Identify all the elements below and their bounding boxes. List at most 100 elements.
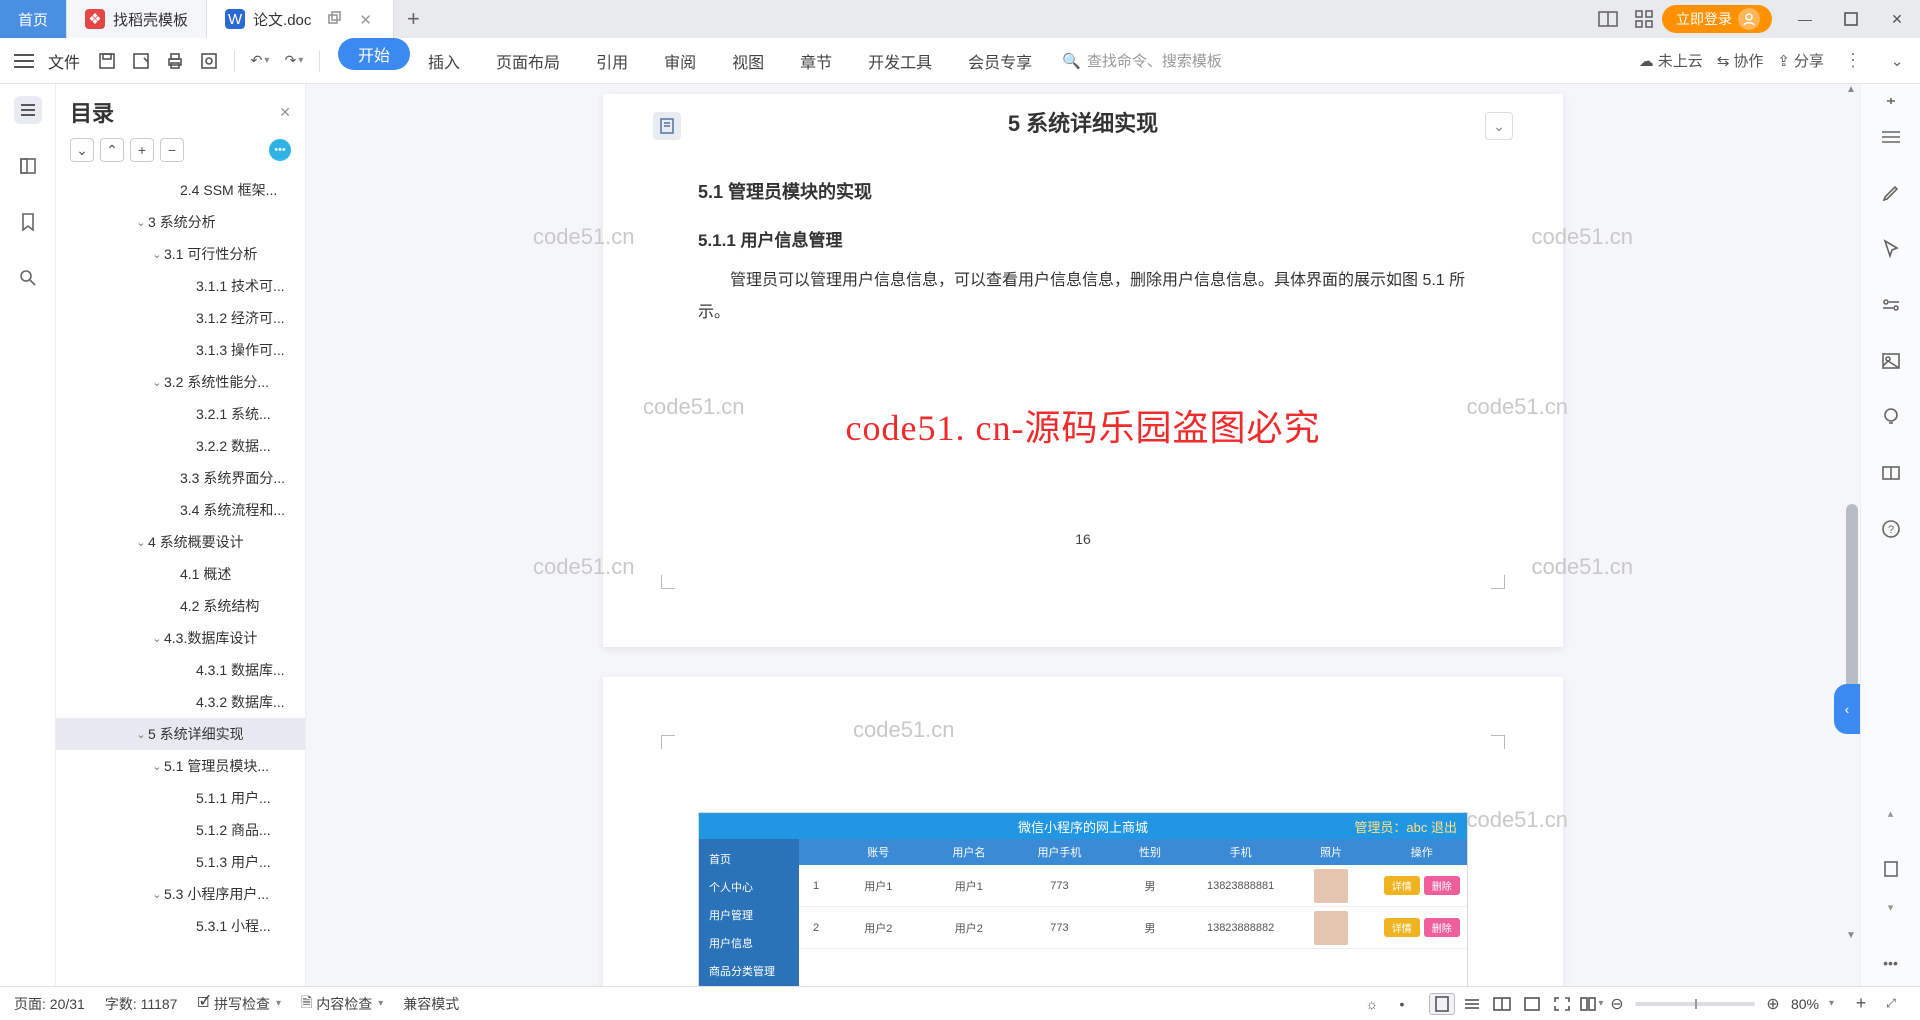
vertical-scrollbar[interactable]: ▲ ▼: [1844, 84, 1860, 986]
outline-node[interactable]: ⌄3 系统分析: [56, 206, 305, 238]
web-view-icon[interactable]: [1519, 993, 1545, 1015]
idea-icon[interactable]: [1876, 402, 1906, 432]
print-icon[interactable]: [158, 46, 192, 76]
outline-node[interactable]: 3.2.2 数据...: [56, 430, 305, 462]
preview-icon[interactable]: [192, 46, 226, 76]
find-icon[interactable]: [14, 264, 42, 292]
outline-node[interactable]: 4.3.1 数据库...: [56, 654, 305, 686]
file-menu[interactable]: 文件: [38, 49, 90, 73]
redo-icon[interactable]: ↷▾: [277, 46, 311, 76]
word-count[interactable]: 字数: 11187: [105, 994, 178, 1014]
outline-node[interactable]: 4.2 系统结构: [56, 590, 305, 622]
close-panel-icon[interactable]: ✕: [279, 104, 291, 121]
menu-vip[interactable]: 会员专享: [950, 38, 1050, 84]
document-scroll[interactable]: ⌄ code51.cn code51.cn code51.cn code51.c…: [306, 84, 1860, 986]
outline-node[interactable]: 3.4 系统流程和...: [56, 494, 305, 526]
dot-icon[interactable]: •: [1389, 993, 1415, 1015]
outline-node[interactable]: 5.3.1 小程...: [56, 910, 305, 942]
outline-node[interactable]: 4.1 概述: [56, 558, 305, 590]
content-check-button[interactable]: 🗎内容检查 ▾: [301, 992, 383, 1016]
add-heading-icon[interactable]: +: [130, 138, 154, 162]
outline-node[interactable]: ⌄5.1 管理员模块...: [56, 750, 305, 782]
add-view-icon[interactable]: +: [1848, 993, 1874, 1015]
thumbnail-icon[interactable]: [14, 152, 42, 180]
scroll-down-icon[interactable]: ▼: [1844, 930, 1858, 946]
outline-view-icon[interactable]: [1459, 993, 1485, 1015]
outline-node[interactable]: ⌄3.2 系统性能分...: [56, 366, 305, 398]
outline-node[interactable]: 4.3.2 数据库...: [56, 686, 305, 718]
menu-review[interactable]: 审阅: [646, 38, 714, 84]
tab-templates[interactable]: ❖ 找稻壳模板: [67, 0, 207, 38]
close-window-button[interactable]: ✕: [1874, 0, 1920, 38]
tab-document[interactable]: W 论文.doc ✕: [207, 0, 394, 38]
scroll-bottom-icon[interactable]: ▾: [1876, 892, 1906, 922]
close-tab-icon[interactable]: ✕: [359, 11, 375, 27]
save-icon[interactable]: [90, 46, 124, 76]
layout-icon[interactable]: [1596, 7, 1620, 31]
spellcheck-button[interactable]: 🗹拼写检查 ▾: [197, 992, 281, 1016]
assistant-icon[interactable]: •••: [269, 139, 291, 161]
command-search[interactable]: 🔍 查找命令、搜索模板: [1062, 50, 1222, 71]
outline-node[interactable]: 3.1.3 操作可...: [56, 334, 305, 366]
apps-icon[interactable]: [1632, 7, 1656, 31]
zoom-out-button[interactable]: ⊖: [1607, 994, 1627, 1014]
menu-dev[interactable]: 开发工具: [850, 38, 950, 84]
zoom-in-button[interactable]: ⊕: [1763, 994, 1783, 1014]
outline-node[interactable]: ⌄5.3 小程序用户...: [56, 878, 305, 910]
scroll-top-icon[interactable]: ▴: [1876, 798, 1906, 828]
outline-node[interactable]: 3.1.1 技术可...: [56, 270, 305, 302]
save-as-icon[interactable]: [124, 46, 158, 76]
outline-node[interactable]: 2.4 SSM 框架...: [56, 174, 305, 206]
read-mode-icon[interactable]: [1876, 458, 1906, 488]
zoom-slider[interactable]: [1635, 1002, 1755, 1006]
menu-lines-icon[interactable]: [1876, 122, 1906, 152]
more-tools-icon[interactable]: •••: [1876, 948, 1906, 978]
zoom-caret-icon[interactable]: ▾: [1829, 998, 1834, 1009]
add-tab-button[interactable]: +: [394, 0, 432, 38]
cursor-icon[interactable]: [1876, 234, 1906, 264]
cloud-status[interactable]: ☁未上云: [1639, 50, 1703, 71]
page-indicator[interactable]: 页面: 20/31: [14, 994, 85, 1014]
collab-button[interactable]: ⇆协作: [1717, 50, 1764, 71]
scroll-up-icon[interactable]: ▲: [1844, 84, 1858, 100]
side-pull-tab[interactable]: ‹: [1834, 684, 1860, 734]
outline-tree[interactable]: 2.4 SSM 框架...⌄3 系统分析⌄3.1 可行性分析3.1.1 技术可.…: [56, 170, 305, 986]
maximize-button[interactable]: [1828, 0, 1874, 38]
outline-node[interactable]: 3.1.2 经济可...: [56, 302, 305, 334]
undo-icon[interactable]: ↶▾: [243, 46, 277, 76]
outline-node[interactable]: 5.1.3 用户...: [56, 846, 305, 878]
menu-chapter[interactable]: 章节: [782, 38, 850, 84]
menu-start[interactable]: 开始: [338, 38, 410, 70]
page-view-icon[interactable]: [1429, 993, 1455, 1015]
brightness-icon[interactable]: ☼: [1359, 993, 1385, 1015]
fullscreen-icon[interactable]: [1549, 993, 1575, 1015]
image-tool-icon[interactable]: [1876, 346, 1906, 376]
page-tool-icon[interactable]: [653, 112, 681, 140]
collapse-ribbon-icon[interactable]: ⌄: [1884, 52, 1910, 70]
menu-insert[interactable]: 插入: [410, 38, 478, 84]
collapse-all-icon[interactable]: ⌄: [70, 138, 94, 162]
outline-node[interactable]: ⌄4 系统概要设计: [56, 526, 305, 558]
outline-node[interactable]: ⌄4.3.数据库设计: [56, 622, 305, 654]
help-icon[interactable]: ?: [1876, 514, 1906, 544]
fold-icon[interactable]: ⌄: [1485, 112, 1513, 140]
expand-status-icon[interactable]: ⤢: [1878, 993, 1904, 1015]
outline-node[interactable]: ⌄3.1 可行性分析: [56, 238, 305, 270]
login-button[interactable]: 立即登录: [1662, 5, 1772, 33]
compat-mode[interactable]: 兼容模式: [403, 994, 459, 1014]
hamburger-icon[interactable]: [10, 50, 38, 72]
more-icon[interactable]: ⋮: [1838, 50, 1870, 71]
remove-heading-icon[interactable]: −: [160, 138, 184, 162]
ruler-toggle-icon[interactable]: [1876, 92, 1906, 110]
outline-node[interactable]: 3.2.1 系统...: [56, 398, 305, 430]
menu-ref[interactable]: 引用: [578, 38, 646, 84]
home-tab[interactable]: 首页: [0, 0, 67, 38]
share-button[interactable]: ⇪分享: [1777, 50, 1824, 71]
page-fit-icon[interactable]: [1876, 854, 1906, 884]
pen-icon[interactable]: [1876, 178, 1906, 208]
outline-node[interactable]: ⌄5 系统详细实现: [56, 718, 305, 750]
outline-node[interactable]: 5.1.1 用户...: [56, 782, 305, 814]
outline-icon[interactable]: [14, 96, 42, 124]
minimize-button[interactable]: —: [1782, 0, 1828, 38]
split-dropdown-icon[interactable]: ▾: [1579, 993, 1605, 1015]
